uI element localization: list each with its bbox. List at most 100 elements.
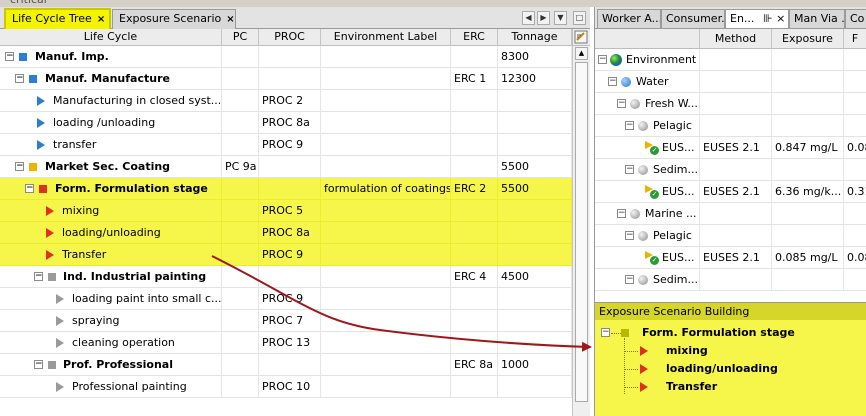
pc-cell	[222, 68, 259, 90]
collapse-icon[interactable]: −	[34, 272, 43, 281]
tab-label: Exposure Scenario	[119, 12, 222, 25]
col-exposure[interactable]: Exposure	[772, 29, 844, 49]
globe-icon	[610, 54, 622, 66]
col-environment-label[interactable]: Environment Label	[321, 29, 451, 46]
table-row[interactable]: − Water	[595, 71, 866, 93]
table-row[interactable]: cleaning operation PROC 13	[0, 332, 572, 354]
table-row[interactable]: loading /unloading PROC 8a	[0, 112, 572, 134]
col-pc[interactable]: PC	[222, 29, 259, 46]
table-row[interactable]: ✓ EUS... EUSES 2.1 6.36 mg/k... 0.31	[595, 181, 866, 203]
table-row[interactable]: spraying PROC 7	[0, 310, 572, 332]
table-row[interactable]: − Fresh W...	[595, 93, 866, 115]
collapse-icon[interactable]: −	[598, 55, 607, 64]
tab-exposure-scenario[interactable]: Exposure Scenario ×	[112, 9, 236, 29]
exposure-cell: 0.847 mg/L	[772, 137, 844, 159]
table-row-selected[interactable]: − Form. Formulation stage formulation of…	[0, 178, 572, 200]
f-cell	[844, 159, 866, 181]
method-cell: EUSES 2.1	[700, 181, 772, 203]
table-row[interactable]: − Pelagic	[595, 115, 866, 137]
col-proc[interactable]: PROC	[259, 29, 321, 46]
collapse-icon[interactable]: −	[625, 121, 634, 130]
collapse-icon[interactable]: −	[625, 165, 634, 174]
proc-cell	[259, 156, 321, 178]
tonnage-cell	[498, 200, 572, 222]
table-row-selected[interactable]: mixing PROC 5	[0, 200, 572, 222]
table-row[interactable]: loading paint into small c... PROC 9	[0, 288, 572, 310]
scroll-thumb[interactable]	[575, 62, 588, 402]
table-row-selected[interactable]: Transfer PROC 9	[0, 244, 572, 266]
collapse-icon[interactable]: −	[34, 360, 43, 369]
collapse-icon[interactable]: −	[25, 184, 34, 193]
env-cell	[321, 376, 451, 398]
tab-list-menu-icon[interactable]: ▼	[554, 11, 567, 25]
collapse-icon[interactable]: −	[617, 209, 626, 218]
esb-item-label[interactable]: loading/unloading	[666, 362, 778, 375]
table-row[interactable]: Manufacturing in closed syst... PROC 2	[0, 90, 572, 112]
stage-square-icon	[621, 329, 629, 337]
table-row[interactable]: − Pelagic	[595, 225, 866, 247]
tonnage-cell	[498, 134, 572, 156]
table-row[interactable]: − Manuf. Imp. 8300	[0, 46, 572, 68]
vertical-scrollbar[interactable]: ▲	[572, 46, 590, 416]
tab-consumer[interactable]: Consumer...	[661, 9, 725, 28]
tab-life-cycle-tree[interactable]: Life Cycle Tree ×	[4, 8, 111, 29]
compartment-icon	[638, 121, 648, 131]
erc-cell: ERC 1	[451, 68, 498, 90]
tab-environment[interactable]: En...	[725, 9, 763, 28]
table-row[interactable]: − Prof. Professional ERC 8a 1000	[0, 354, 572, 376]
collapse-icon[interactable]: −	[617, 99, 626, 108]
proc-cell	[259, 178, 321, 200]
table-row[interactable]: ✓ EUS... EUSES 2.1 0.847 mg/L 0.08	[595, 137, 866, 159]
collapse-icon[interactable]: −	[625, 231, 634, 240]
table-row[interactable]: ✓ EUS... EUSES 2.1 0.085 mg/L 0.08	[595, 247, 866, 269]
erc-cell	[451, 376, 498, 398]
esb-stage-label[interactable]: Form. Formulation stage	[642, 326, 795, 339]
top-strip: critical	[0, 0, 866, 7]
tab-prev-icon[interactable]: ◀	[522, 11, 535, 25]
collapse-icon[interactable]: −	[625, 275, 634, 284]
tree-node-label: Prof. Professional	[63, 358, 173, 371]
tab-next-icon[interactable]: ▶	[537, 11, 550, 25]
col-method[interactable]: Method	[700, 29, 772, 49]
table-row[interactable]: transfer PROC 9	[0, 134, 572, 156]
esb-item-label[interactable]: Transfer	[666, 380, 717, 393]
col-life-cycle[interactable]: Life Cycle	[0, 29, 222, 46]
env-cell	[321, 332, 451, 354]
table-row[interactable]: − Market Sec. Coating PC 9a 5500	[0, 156, 572, 178]
erc-cell	[451, 222, 498, 244]
collapse-icon[interactable]: −	[15, 74, 24, 83]
table-row[interactable]: − Ind. Industrial painting ERC 4 4500	[0, 266, 572, 288]
table-row[interactable]: − Environment	[595, 49, 866, 71]
exposure-cell: 6.36 mg/k...	[772, 181, 844, 203]
collapse-icon[interactable]: −	[608, 77, 617, 86]
table-row[interactable]: − Sedim...	[595, 159, 866, 181]
close-icon[interactable]: ×	[97, 14, 105, 25]
tab-worker[interactable]: Worker A...	[597, 9, 661, 28]
life-cycle-panel: Life Cycle Tree × Exposure Scenario × ◀ ▶ …	[0, 7, 590, 416]
collapse-icon[interactable]: −	[601, 328, 610, 337]
close-icon[interactable]: ×	[226, 14, 234, 25]
tab-environment-controls-icon[interactable]: ⊪ ×	[761, 9, 789, 28]
esb-item-label[interactable]: mixing	[666, 344, 708, 357]
tab-co[interactable]: Co	[845, 9, 866, 28]
collapse-icon[interactable]: −	[5, 52, 14, 61]
tab-man-via[interactable]: Man Via ...	[789, 9, 845, 28]
col-erc[interactable]: ERC	[451, 29, 498, 46]
blue-square-icon	[29, 75, 37, 83]
table-row[interactable]: − Marine ...	[595, 203, 866, 225]
col-node[interactable]	[595, 29, 700, 49]
proc-cell	[259, 46, 321, 68]
collapse-icon[interactable]: −	[15, 162, 24, 171]
table-row[interactable]: Professional painting PROC 10	[0, 376, 572, 398]
table-row[interactable]: − Sedim...	[595, 269, 866, 291]
table-row-selected[interactable]: loading/unloading PROC 8a	[0, 222, 572, 244]
erc-cell: ERC 2	[451, 178, 498, 200]
table-row[interactable]: − Manuf. Manufacture ERC 1 12300	[0, 68, 572, 90]
maximize-icon[interactable]: □	[573, 11, 586, 25]
pc-cell	[222, 178, 259, 200]
col-tonnage[interactable]: Tonnage	[498, 29, 572, 46]
col-f[interactable]: F	[844, 29, 866, 49]
scroll-up-icon[interactable]: ▲	[575, 47, 588, 60]
column-chooser-icon[interactable]	[572, 29, 590, 46]
tree-node-label: transfer	[53, 138, 97, 151]
